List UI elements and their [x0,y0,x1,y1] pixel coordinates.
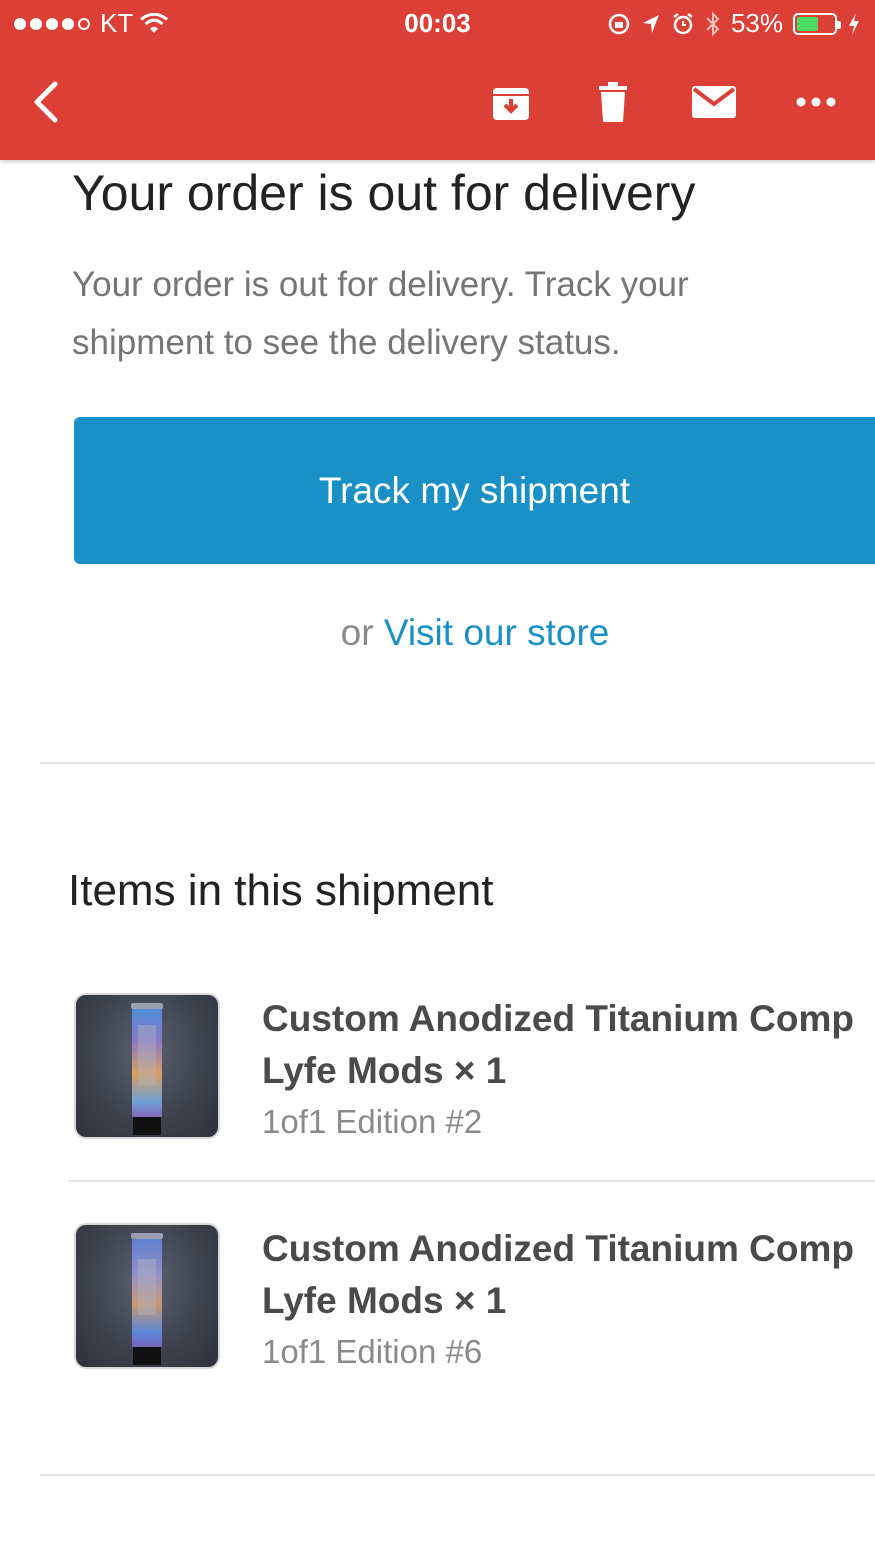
shipment-item[interactable]: Custom Anodized Titanium Comp Lyfe Mods … [74,1223,875,1371]
mark-unread-button[interactable] [684,74,744,130]
shipment-item[interactable]: Custom Anodized Titanium Comp Lyfe Mods … [74,993,875,1141]
item-divider [68,1180,875,1182]
product-thumbnail [74,993,220,1139]
item-name: Custom Anodized Titanium Comp Lyfe Mods … [262,1223,854,1327]
or-text: or [340,612,374,653]
mail-icon [692,86,736,118]
charging-bolt-icon [849,12,859,35]
delete-button[interactable] [583,74,643,130]
archive-icon [493,88,529,120]
email-headline: Your order is out for delivery [72,165,696,221]
email-body-text: Your order is out for delivery. Track yo… [72,265,689,362]
item-name: Custom Anodized Titanium Comp Lyfe Mods … [262,993,854,1097]
track-shipment-label: Track my shipment [318,469,631,511]
email-toolbar [0,60,875,144]
alarm-icon [673,12,693,34]
visit-store-link[interactable]: Visit our store [384,612,610,653]
shipment-section-title: Items in this shipment [68,866,494,915]
status-indicators: 53% [607,8,861,39]
track-shipment-button[interactable]: Track my shipment [74,417,875,564]
item-brand-quantity: Lyfe Mods × 1 [262,1050,507,1091]
battery-icon [793,12,841,35]
product-thumbnail [74,1223,220,1369]
product-image [131,1003,163,1135]
product-image [131,1233,163,1365]
item-variant: 1of1 Edition #2 [262,1103,483,1140]
item-product-name: Custom Anodized Titanium Comp [262,998,854,1039]
archive-button[interactable] [481,74,541,130]
section-divider [40,762,875,764]
chevron-left-icon [34,81,58,123]
bluetooth-icon [706,11,720,36]
battery-percent: 53% [730,8,783,38]
more-horizontal-icon [796,97,836,107]
more-button[interactable] [786,74,846,130]
item-brand-quantity: Lyfe Mods × 1 [262,1280,507,1321]
status-bar: KT 00:03 53% [0,0,875,44]
section-divider [40,1474,875,1476]
item-variant: 1of1 Edition #6 [262,1333,483,1370]
back-button[interactable] [16,74,76,130]
rotation-lock-icon [608,13,630,34]
item-product-name: Custom Anodized Titanium Comp [262,1228,854,1269]
location-arrow-icon [642,14,659,33]
app-header: KT 00:03 53% [0,0,875,160]
trash-icon [599,82,627,122]
store-link-line: or Visit our store [0,612,875,654]
